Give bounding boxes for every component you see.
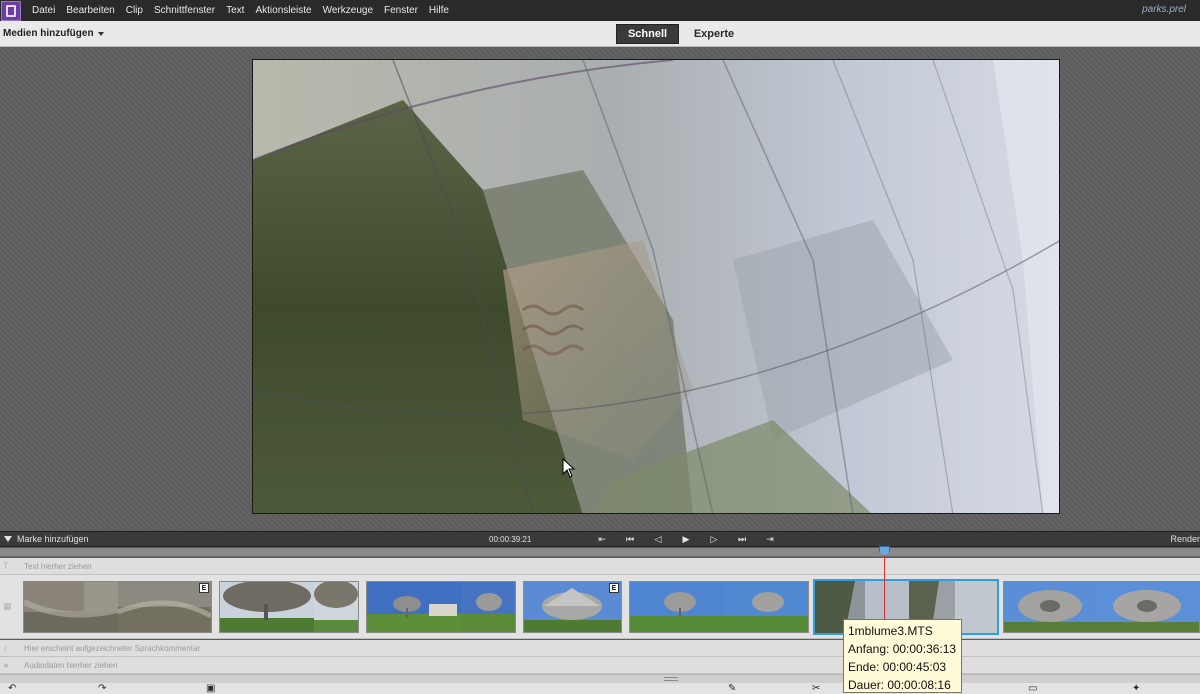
mode-expert-button[interactable]: Experte [679,24,749,44]
narration-track[interactable]: ♪ Hier erscheint aufgezeichneter Sprachk… [0,640,1200,657]
clip-thumbnail [630,582,724,632]
clip-thumbnail [24,582,118,632]
marker-dropdown-icon [4,536,12,542]
menu-datei[interactable]: Datei [32,5,55,16]
transitions-icon[interactable]: ▭ [1028,683,1037,694]
tooltip-end: Ende: 00:00:45:03 [848,660,947,674]
add-media-button[interactable]: Medien hinzufügen [3,28,104,39]
menu-hilfe[interactable]: Hilfe [429,5,449,16]
timeline-clip[interactable] [1003,581,1200,633]
video-track-icon: ▦ [3,601,12,611]
undo-icon[interactable]: ↶ [8,683,16,694]
render-button[interactable]: Render [1170,534,1200,544]
effects-icon[interactable]: ✦ [1132,683,1140,694]
project-name: parks.prel [1142,4,1186,15]
clip-thumbnail [118,582,211,632]
timeline-clip[interactable] [366,581,516,633]
tooltip-duration: Dauer: 00:00:08:16 [848,678,951,692]
timeline-scrollbar[interactable] [0,674,1200,683]
redo-icon[interactable]: ↷ [98,683,106,694]
menu-clip[interactable]: Clip [126,5,143,16]
speaker-icon: ◂ [3,660,8,670]
narration-track-placeholder: Hier erscheint aufgezeichneter Sprachkom… [24,644,201,653]
clip-thumbnail [724,582,808,632]
add-marker-label: Marke hinzufügen [17,534,89,544]
add-marker-button[interactable]: Marke hinzufügen [4,534,89,544]
go-to-start-icon[interactable]: ⇤ [588,533,616,546]
scroll-grip-icon[interactable] [664,677,678,681]
clip-thumbnail [461,582,515,632]
transport-bar: Marke hinzufügen 00:00:39:21 ⇤ ⏮ ◁ ▶ ▷ ⏭… [0,531,1200,547]
menu-bar: Datei Bearbeiten Clip Schnittfenster Tex… [0,0,1200,21]
menu-schnittfenster[interactable]: Schnittfenster [154,5,215,16]
chevron-down-icon [97,31,104,36]
previous-edit-icon[interactable]: ⏮ [616,533,644,546]
video-frame-image [253,60,1059,513]
text-track[interactable]: T Text hierher ziehen [0,558,1200,575]
tooltip-clip-name: 1mblume3.MTS [848,624,933,638]
menu-werkzeuge[interactable]: Werkzeuge [323,5,373,16]
text-track-placeholder: Text hierher ziehen [24,562,92,571]
clip-effect-badge: E [199,583,209,593]
clip-info-tooltip: 1mblume3.MTS Anfang: 00:00:36:13 Ende: 0… [843,619,962,693]
microphone-icon: ♪ [3,643,8,653]
go-to-end-icon[interactable]: ⇥ [756,533,784,546]
menu-text[interactable]: Text [226,5,244,16]
clip-thumbnail [220,582,314,632]
mode-quick-button[interactable]: Schnell [616,24,679,44]
time-ruler[interactable] [0,548,1200,557]
play-icon[interactable]: ▶ [672,533,700,546]
mouse-cursor-icon [562,458,576,478]
clip-effect-badge: E [609,583,619,593]
clip-thumbnail [1004,582,1098,632]
next-edit-icon[interactable]: ⏭ [728,533,756,546]
timeline-clip[interactable] [629,581,809,633]
tooltip-start: Anfang: 00:00:36:13 [848,642,957,656]
monitor-panel [0,48,1200,530]
timeline-clip[interactable] [219,581,359,633]
app-logo-icon [1,0,21,21]
audio-track[interactable]: ◂ Audiodaten hierher ziehen [0,657,1200,674]
clip-thumbnail [1097,582,1199,632]
bottom-action-bar: ↶ ↷ ▣ ✎ ✂ ▭ ✦ [0,683,1200,694]
toolbar: Medien hinzufügen Schnell Experte [0,21,1200,47]
menu-fenster[interactable]: Fenster [384,5,418,16]
step-forward-icon[interactable]: ▷ [700,533,728,546]
timeline-clip[interactable]: E [523,581,622,633]
premiere-elements-window: Datei Bearbeiten Clip Schnittfenster Tex… [0,0,1200,694]
video-preview[interactable] [252,59,1060,514]
timeline-clip[interactable]: E [23,581,212,633]
clip-thumbnail [524,582,621,632]
tools-icon[interactable]: ✂ [812,683,820,694]
step-back-icon[interactable]: ◁ [644,533,672,546]
audio-track-placeholder: Audiodaten hierher ziehen [24,661,118,670]
menu-items: Datei Bearbeiten Clip Schnittfenster Tex… [32,5,460,16]
add-media-label: Medien hinzufügen [3,28,94,39]
current-timecode: 00:00:39:21 [489,535,532,544]
menu-bearbeiten[interactable]: Bearbeiten [66,5,114,16]
organizer-icon[interactable]: ▣ [206,683,215,694]
clip-thumbnail [314,582,358,632]
text-track-icon: T [3,561,9,571]
playback-controls: ⇤ ⏮ ◁ ▶ ▷ ⏭ ⇥ [588,533,784,546]
menu-aktionsleiste[interactable]: Aktionsleiste [255,5,311,16]
instant-movie-icon[interactable]: ✎ [728,683,736,694]
mode-switcher: Schnell Experte [616,24,749,44]
clip-thumbnail [367,582,461,632]
